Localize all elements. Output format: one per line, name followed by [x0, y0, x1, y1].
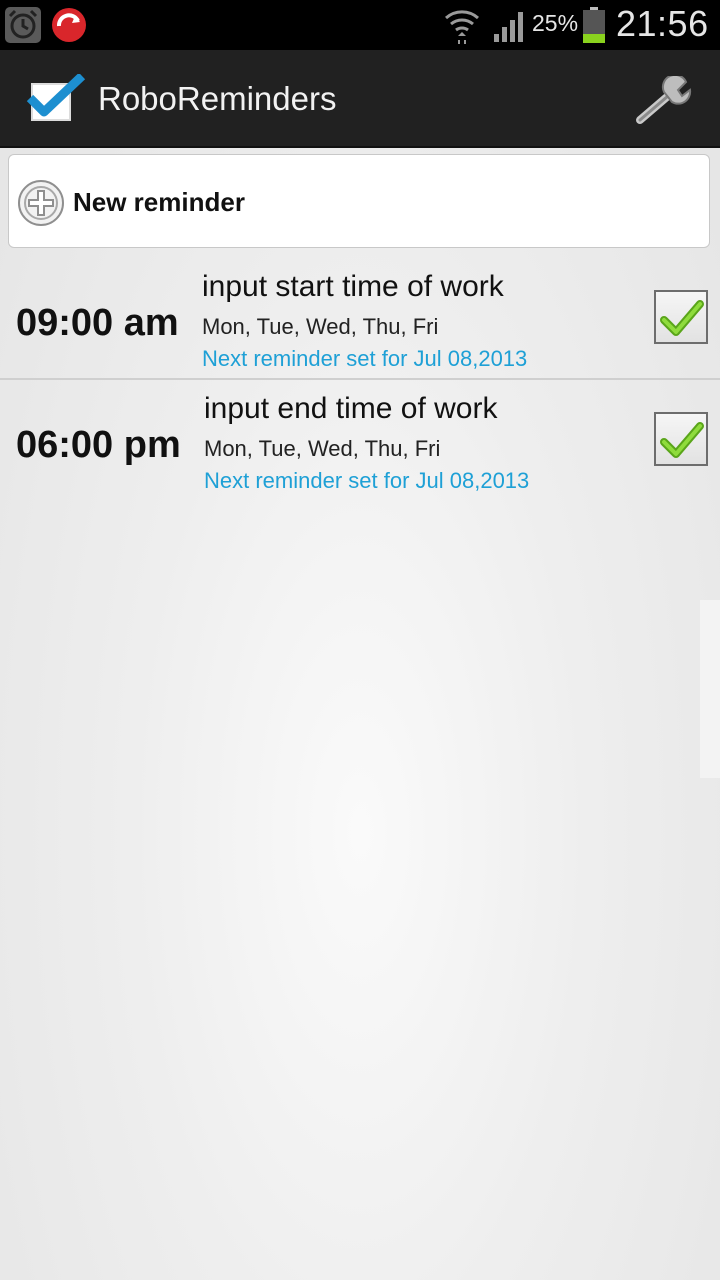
- reminder-days: Mon, Tue, Wed, Thu, Fri: [204, 436, 441, 461]
- reminder-title: input end time of work: [204, 392, 498, 425]
- reminder-title: input start time of work: [202, 270, 504, 303]
- signal-icon: [494, 12, 523, 42]
- reminder-days: Mon, Tue, Wed, Thu, Fri: [202, 314, 439, 339]
- checkmark-icon: [660, 422, 704, 458]
- trend-micro-icon: [52, 8, 86, 42]
- scroll-indicator[interactable]: [700, 600, 720, 778]
- reminder-row[interactable]: 09:00 am input start time of work Mon, T…: [0, 258, 720, 378]
- battery-icon: [583, 7, 605, 43]
- plus-circle-icon: [18, 180, 64, 226]
- checkmark-icon: [660, 300, 704, 336]
- wrench-icon[interactable]: [634, 76, 694, 126]
- action-bar: RoboReminders: [0, 50, 720, 148]
- reminder-enabled-checkbox[interactable]: [654, 412, 708, 466]
- app-checkbox-icon: [26, 74, 86, 121]
- status-bar: 25% 21:56: [0, 0, 720, 50]
- reminder-time: 06:00 pm: [16, 424, 181, 466]
- reminder-row[interactable]: 06:00 pm input end time of work Mon, Tue…: [0, 380, 720, 500]
- clock: 21:56: [616, 3, 709, 44]
- new-reminder-label: New reminder: [73, 187, 245, 217]
- reminder-next: Next reminder set for Jul 08,2013: [204, 468, 530, 493]
- app-title: RoboReminders: [98, 80, 337, 117]
- reminder-enabled-checkbox[interactable]: [654, 290, 708, 344]
- wifi-icon: [445, 10, 479, 44]
- new-reminder-button[interactable]: New reminder: [8, 154, 710, 248]
- alarm-icon: [5, 7, 41, 43]
- battery-percent: 25%: [532, 10, 579, 36]
- reminder-time: 09:00 am: [16, 302, 179, 344]
- reminder-next: Next reminder set for Jul 08,2013: [202, 346, 528, 371]
